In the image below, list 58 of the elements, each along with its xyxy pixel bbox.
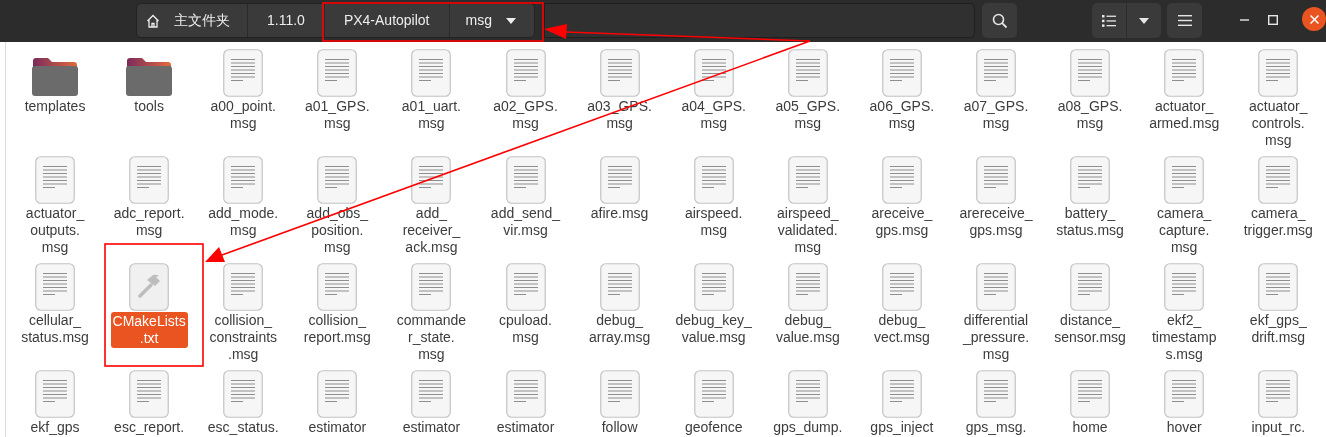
file-name: areceive_ gps.msg bbox=[870, 205, 934, 239]
file-name: actuator_ controls. msg bbox=[1248, 98, 1309, 149]
file-name: afire.msg bbox=[589, 205, 650, 222]
file-name: commande r_state. msg bbox=[395, 312, 468, 363]
file-name: adc_report. msg bbox=[112, 205, 186, 239]
file-name: a05_GPS. msg bbox=[774, 98, 842, 132]
file-name: debug_key_ value.msg bbox=[674, 312, 753, 346]
file-name: estimator bbox=[495, 419, 556, 436]
file-name: camera_ capture. msg bbox=[1155, 205, 1213, 256]
file-name: camera_ trigger.msg bbox=[1242, 205, 1314, 239]
file-name: add_send_ vir.msg bbox=[489, 205, 562, 239]
file-name: estimator bbox=[401, 419, 462, 436]
file-name: battery_ status.msg bbox=[1055, 205, 1125, 239]
file-name: collision_ constraints .msg bbox=[208, 312, 279, 363]
file-name: actuator_ outputs. msg bbox=[24, 205, 86, 256]
file-name: debug_ array.msg bbox=[588, 312, 652, 346]
file-name: gps_msg. bbox=[964, 419, 1028, 436]
breadcrumb-button[interactable]: PX4-Autopilot bbox=[323, 4, 449, 37]
file-name: airspeed_ validated. msg bbox=[776, 205, 840, 256]
file-name: a00_point. msg bbox=[209, 98, 277, 132]
file-name: hover bbox=[1165, 419, 1203, 436]
file-name: ekf_gps_ drift.msg bbox=[1248, 312, 1308, 346]
file-name: estimator bbox=[307, 419, 368, 436]
file-name: geofence bbox=[683, 419, 744, 436]
file-name: a08_GPS. msg bbox=[1056, 98, 1124, 132]
file-name: templates bbox=[23, 98, 87, 115]
file-name: tools bbox=[133, 98, 165, 115]
file-name: actuator_ armed.msg bbox=[1148, 98, 1221, 132]
file-name: esc_report. bbox=[113, 419, 186, 436]
file-name: add_mode. msg bbox=[207, 205, 280, 239]
file-name: differential _pressure. msg bbox=[961, 312, 1031, 363]
breadcrumb-button[interactable]: 主文件夹 bbox=[137, 4, 247, 37]
file-name: gps_inject bbox=[869, 419, 935, 436]
file-name: ekf2_ timestamp s.msg bbox=[1150, 312, 1218, 363]
file-name: a01_uart. msg bbox=[400, 98, 462, 132]
file-name: airspeed. msg bbox=[683, 205, 744, 239]
file-name: a04_GPS. msg bbox=[680, 98, 747, 132]
breadcrumb-button[interactable]: 1.11.0 bbox=[247, 4, 324, 37]
file-name: a07_GPS. msg bbox=[962, 98, 1030, 132]
file-name: a06_GPS. msg bbox=[868, 98, 936, 132]
file-name: a01_GPS. msg bbox=[304, 98, 371, 132]
file-name: cpuload. msg bbox=[498, 312, 553, 346]
file-name: cellular_ status.msg bbox=[20, 312, 90, 346]
file-name: home bbox=[1071, 419, 1109, 436]
file-name: input_rc. bbox=[1250, 419, 1307, 436]
file-name: ekf_gps bbox=[29, 419, 81, 436]
file-name: add_ receiver_ ack.msg bbox=[401, 205, 462, 256]
file-name: debug_ vect.msg bbox=[872, 312, 931, 346]
file-name: distance_ sensor.msg bbox=[1053, 312, 1127, 346]
breadcrumb-button[interactable]: msg bbox=[448, 4, 534, 37]
file-name: arereceive_ gps.msg bbox=[958, 205, 1034, 239]
file-name: gps_dump. bbox=[772, 419, 844, 436]
file-name: a02_GPS. msg bbox=[492, 98, 559, 132]
file-name: collision_ report.msg bbox=[302, 312, 372, 346]
file-name: CMakeLists .txt bbox=[110, 312, 188, 348]
file-name: esc_status. bbox=[206, 419, 280, 436]
file-name: follow bbox=[600, 419, 639, 436]
file-name: debug_ value.msg bbox=[774, 312, 841, 346]
